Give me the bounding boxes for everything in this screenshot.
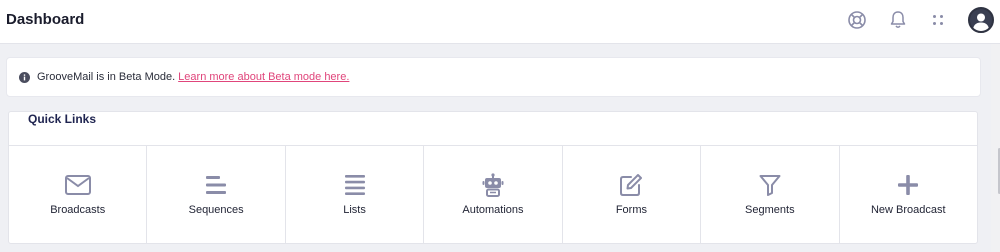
plus-icon [894, 171, 922, 199]
quick-link-label: Segments [745, 204, 795, 216]
beta-notice-text: GrooveMail is in Beta Mode. [37, 71, 176, 83]
top-bar: Dashboard [0, 0, 1000, 44]
quick-links-grid: Broadcasts Sequences Lists Automations F… [9, 145, 977, 244]
sequence-lines-icon [202, 171, 230, 199]
quick-links-title: Quick Links [28, 112, 97, 126]
edit-form-icon [617, 171, 645, 199]
quick-link-label: Sequences [188, 204, 244, 216]
info-icon [19, 71, 30, 83]
quick-links-card: Quick Links Broadcasts Sequences Lists A… [8, 111, 978, 244]
envelope-icon [64, 171, 92, 199]
quick-link-broadcasts[interactable]: Broadcasts [9, 146, 148, 244]
quick-link-lists[interactable]: Lists [286, 146, 425, 244]
help-lifebuoy-icon[interactable] [846, 9, 868, 31]
apps-grid-icon[interactable] [927, 9, 949, 31]
filter-icon [756, 171, 784, 199]
quick-link-new-broadcast[interactable]: New Broadcast [840, 146, 977, 244]
quick-link-forms[interactable]: Forms [563, 146, 702, 244]
page-title: Dashboard [6, 11, 85, 28]
quick-link-label: Forms [615, 204, 647, 216]
user-avatar[interactable] [968, 7, 994, 33]
robot-icon [479, 171, 507, 199]
beta-notice-banner: GrooveMail is in Beta Mode. Learn more a… [6, 57, 981, 97]
quick-link-label: New Broadcast [870, 204, 946, 216]
quick-link-label: Lists [343, 204, 366, 216]
notification-bell-icon[interactable] [887, 9, 909, 31]
list-icon [341, 171, 369, 199]
beta-learn-more-link[interactable]: Learn more about Beta mode here. [178, 71, 349, 83]
quick-link-automations[interactable]: Automations [424, 146, 563, 244]
quick-link-sequences[interactable]: Sequences [147, 146, 286, 244]
quick-link-label: Broadcasts [50, 204, 106, 216]
quick-link-segments[interactable]: Segments [701, 146, 840, 244]
page-scrollbar[interactable] [991, 44, 1000, 252]
quick-link-label: Automations [462, 204, 524, 216]
